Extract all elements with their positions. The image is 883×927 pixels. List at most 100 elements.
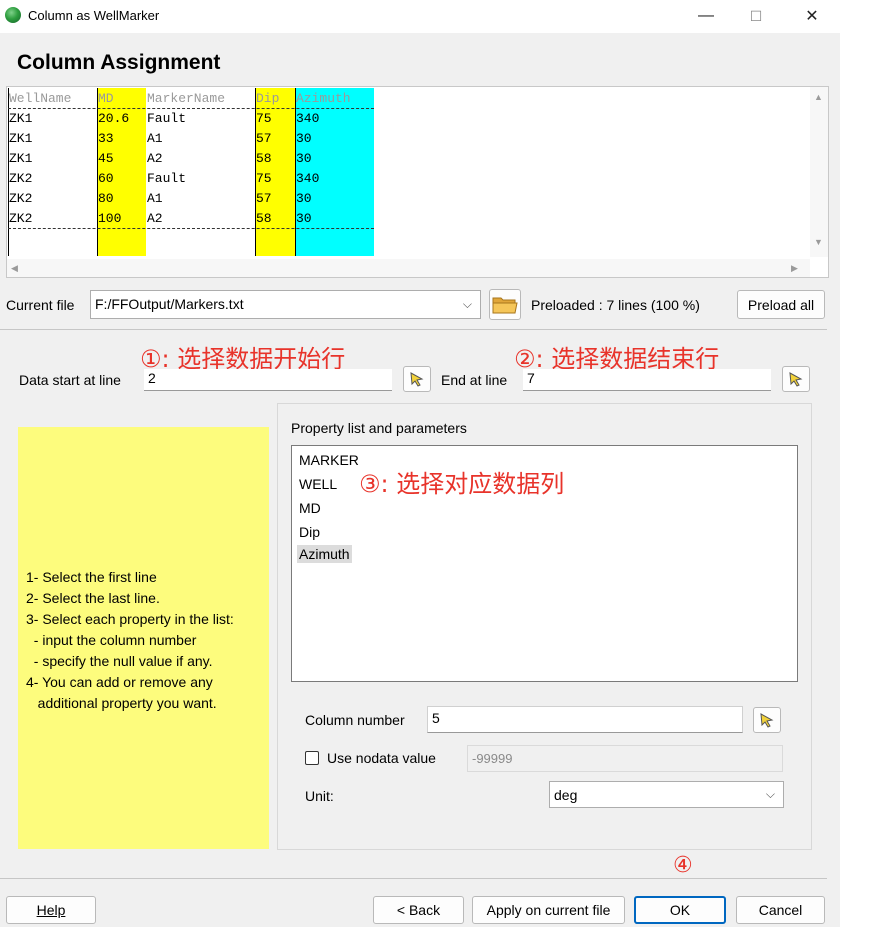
preview-cell: 33 [98,131,114,146]
maximize-button[interactable]: ☐ [734,0,778,32]
property-item-azimuth[interactable]: Azimuth [297,545,352,563]
property-item-marker[interactable]: MARKER [297,451,361,469]
close-button[interactable]: ✕ [790,0,834,32]
title-bar: Column as WellMarker — ☐ ✕ [0,0,840,33]
ok-button[interactable]: OK [634,896,726,924]
preview-cell: 30 [296,211,312,226]
nodata-checkbox[interactable] [305,751,319,765]
help-instructions: 1- Select the first line 2- Select the l… [26,569,234,711]
preview-cell: 58 [256,151,272,166]
preview-cell: ZK2 [9,211,33,226]
preview-header-cell: MarkerName [147,91,226,106]
preview-cell: 45 [98,151,114,166]
preview-cell: 100 [98,211,122,226]
end-line-label: End at line [441,372,508,388]
preview-cell: 30 [296,151,312,166]
preview-cell: 80 [98,191,114,206]
window-title: Column as WellMarker [28,8,160,23]
preview-cell: 75 [256,171,272,186]
vertical-scrollbar[interactable]: ▲ ▼ [810,87,828,257]
current-file-label: Current file [6,297,75,313]
preload-all-button[interactable]: Preload all [737,290,825,319]
preview-header-cell: Azimuth [296,91,351,106]
current-file-select[interactable]: F:/FFOutput/Markers.txt ⌵ [90,290,481,319]
property-item-dip[interactable]: Dip [297,523,322,541]
minimize-button[interactable]: — [684,0,728,32]
preview-cell: 58 [256,211,272,226]
preview-cell: Fault [147,171,187,186]
back-button[interactable]: < Back [373,896,464,924]
help-button[interactable]: Help [6,896,96,924]
column-number-input[interactable]: 5 [427,706,743,733]
preload-status: Preloaded : 7 lines (100 %) [531,297,700,313]
preview-cell: 340 [296,171,320,186]
preview-cell: ZK2 [9,171,33,186]
scroll-left-icon[interactable]: ◀ [11,263,18,274]
current-file-value: F:/FFOutput/Markers.txt [95,296,244,312]
column-number-label: Column number [305,712,405,728]
scroll-down-icon[interactable]: ▼ [814,237,823,247]
preview-cell: 20.6 [98,111,130,126]
cursor-pick-icon [789,372,803,387]
preview-cell: A2 [147,151,163,166]
property-item-well[interactable]: WELL [297,475,339,493]
column-separator [8,88,9,256]
preview-cell: 30 [296,131,312,146]
preview-column: MarkerName Fault A1 A2 Fault A1 A2 [146,88,255,256]
open-folder-button[interactable] [489,289,521,320]
preview-cell: 57 [256,131,272,146]
apply-current-file-button[interactable]: Apply on current file [472,896,625,924]
chevron-down-icon: ⌵ [765,787,775,801]
pick-end-line-button[interactable] [782,366,810,392]
preview-cell: ZK1 [9,131,33,146]
column-separator [255,88,256,256]
cancel-button[interactable]: Cancel [736,896,825,924]
preview-cell: 340 [296,111,320,126]
column-separator [97,88,98,256]
preview-cell: 57 [256,191,272,206]
file-preview[interactable]: WellName ZK1 ZK1 ZK1 ZK2 ZK2 ZK2 MD 20.6 33 45 60 80… [6,86,829,278]
preview-column: WellName ZK1 ZK1 ZK1 ZK2 ZK2 ZK2 [8,88,97,256]
preview-header-cell: MD [98,91,114,106]
pick-start-line-button[interactable] [403,366,431,392]
property-list-title: Property list and parameters [291,420,467,436]
preview-column: MD 20.6 33 45 60 80 100 [97,88,146,256]
preview-table: WellName ZK1 ZK1 ZK1 ZK2 ZK2 ZK2 MD 20.6 33 45 60 80… [8,88,374,256]
preview-header-cell: Dip [256,91,280,106]
preview-cell: A1 [147,191,163,206]
start-line-label: Data start at line [19,372,121,388]
page-title: Column Assignment [17,51,221,74]
unit-label: Unit: [305,788,334,804]
chevron-down-icon: ⌵ [462,297,472,311]
cursor-pick-icon [760,713,774,728]
app-globe-icon [5,7,21,23]
nodata-label: Use nodata value [327,750,436,766]
scroll-right-icon[interactable]: ▶ [791,263,798,274]
preview-cell: Fault [147,111,187,126]
divider [0,878,827,879]
annotation-select-column: ③: 选择对应数据列 [359,470,565,498]
preview-cell: A2 [147,211,163,226]
preview-cell: 30 [296,191,312,206]
preview-column: Dip 75 57 58 75 57 58 [255,88,295,256]
property-item-md[interactable]: MD [297,499,323,517]
pick-column-button[interactable] [753,707,781,733]
preview-header-cell: WellName [9,91,72,106]
end-line-input[interactable]: 7 [523,369,771,391]
preview-cell: ZK2 [9,191,33,206]
row-separator [8,228,374,229]
scroll-up-icon[interactable]: ▲ [814,92,823,102]
row-separator [8,108,374,109]
unit-value: deg [554,787,578,803]
preview-cell: 60 [98,171,114,186]
preview-cell: A1 [147,131,163,146]
preview-column: Azimuth 340 30 30 340 30 30 [295,88,374,256]
start-line-input[interactable]: 2 [144,369,392,391]
unit-select[interactable]: deg ⌵ [549,781,784,808]
cursor-pick-icon [410,372,424,387]
preview-cell: 75 [256,111,272,126]
horizontal-scrollbar[interactable]: ◀ ▶ [7,259,810,277]
annotation-ok: ④ [673,853,693,878]
nodata-value-input[interactable]: -99999 [467,745,783,772]
folder-icon [492,297,518,313]
